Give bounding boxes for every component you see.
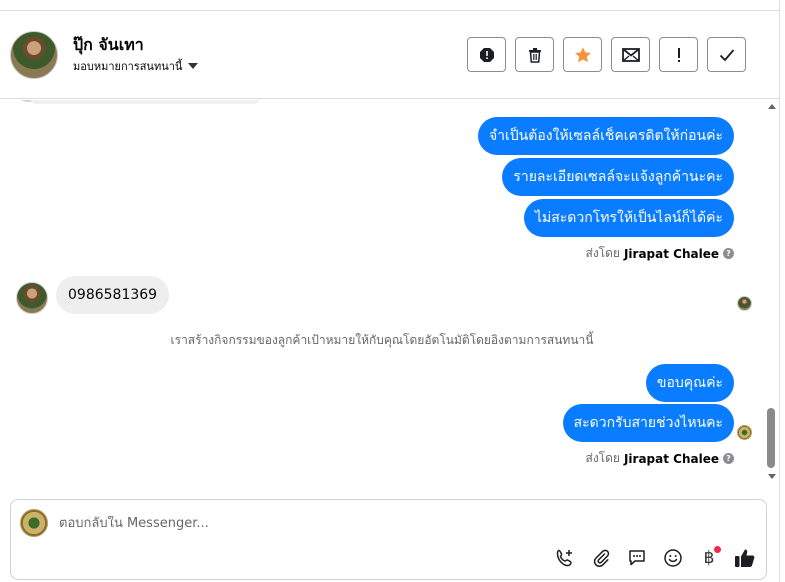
- delivered-receipt-avatar: [737, 425, 752, 440]
- payment-button[interactable]: ฿: [697, 546, 721, 570]
- message-bubble-outgoing[interactable]: ไม่สะดวกโทรให้เป็นไลน์ก็ได้ค่ะ: [523, 199, 734, 237]
- scrollbar-thumb[interactable]: [767, 408, 775, 468]
- scroll-down-arrow-icon[interactable]: [768, 474, 776, 479]
- emoji-button[interactable]: [661, 546, 685, 570]
- message-bubble-incoming[interactable]: 0986581369: [56, 276, 170, 314]
- message-bubble-outgoing[interactable]: จำเป็นต้องให้เซลล์เช็คเครดิตให้ก่อนค่ะ: [477, 117, 734, 155]
- saved-reply-icon: [629, 550, 645, 566]
- contact-name[interactable]: ปุ๊ก จันเทา: [73, 33, 144, 58]
- sent-by-name[interactable]: Jirapat Chalee: [624, 247, 719, 261]
- message-bubble-outgoing[interactable]: ขอบคุณค่ะ: [645, 364, 734, 402]
- help-icon[interactable]: ?: [723, 453, 734, 464]
- call-add-button[interactable]: [553, 546, 577, 570]
- assign-conversation-label: มอบหมายการสนทนานี้: [73, 60, 183, 73]
- attachment-icon: [593, 549, 610, 567]
- notification-dot: [714, 546, 721, 553]
- star-icon: [574, 46, 591, 62]
- page-avatar: [20, 509, 48, 537]
- payment-icon: ฿: [703, 548, 715, 568]
- inbox-conversation-panel: ปุ๊ก จันเทา มอบหมายการสนทนานี้ จำเป็นต้อ…: [0, 0, 785, 582]
- right-divider: [779, 0, 780, 582]
- emoji-icon: [664, 549, 682, 567]
- assign-conversation-dropdown[interactable]: มอบหมายการสนทนานี้: [73, 57, 199, 75]
- sent-by-prefix: ส่งโดย: [585, 246, 620, 260]
- sent-by-name[interactable]: Jirapat Chalee: [624, 452, 719, 466]
- message-thread[interactable]: จำเป็นต้องให้เซลล์เช็คเครดิตให้ก่อนค่ะ ร…: [0, 100, 764, 486]
- help-icon[interactable]: ?: [723, 248, 734, 259]
- mail-icon: [621, 47, 640, 62]
- like-button[interactable]: [733, 546, 757, 570]
- mark-unread-button[interactable]: [611, 37, 650, 72]
- attachment-button[interactable]: [589, 546, 613, 570]
- scroll-up-arrow-icon[interactable]: [768, 104, 776, 109]
- sent-by-label: ส่งโดย Jirapat Chalee ?: [585, 449, 734, 468]
- trash-icon: [528, 47, 541, 63]
- message-bubble-incoming: [30, 100, 260, 104]
- sent-by-label: ส่งโดย Jirapat Chalee ?: [585, 244, 734, 263]
- thread-scrollbar[interactable]: [764, 100, 779, 486]
- delete-button[interactable]: [515, 37, 554, 72]
- sent-by-prefix: ส่งโดย: [585, 451, 620, 465]
- message-bubble-outgoing[interactable]: รายละเอียดเซลล์จะแจ้งลูกค้านะคะ: [502, 158, 734, 196]
- contact-avatar-small[interactable]: [16, 282, 48, 314]
- like-icon: [735, 549, 755, 567]
- star-button[interactable]: [563, 37, 602, 72]
- call-add-icon: [556, 549, 572, 567]
- reply-composer: ฿: [10, 499, 767, 580]
- message-bubble-outgoing[interactable]: สะดวกรับสายช่วงไหนคะ: [562, 404, 734, 442]
- mark-done-button[interactable]: [707, 37, 746, 72]
- conversation-header: ปุ๊ก จันเทา มอบหมายการสนทนานี้: [0, 11, 779, 99]
- reply-input[interactable]: [59, 516, 559, 531]
- mark-spam-button[interactable]: [467, 37, 506, 72]
- system-note: เราสร้างกิจกรรมของลูกค้าเป้าหมายให้กับคุ…: [170, 333, 594, 347]
- important-icon: [677, 47, 680, 62]
- contact-avatar[interactable]: [10, 31, 58, 79]
- done-icon: [719, 48, 734, 61]
- saved-reply-button[interactable]: [625, 546, 649, 570]
- spam-icon: [479, 47, 494, 62]
- caret-down-icon: [188, 63, 199, 69]
- seen-receipt-avatar: [737, 296, 752, 311]
- mark-important-button[interactable]: [659, 37, 698, 72]
